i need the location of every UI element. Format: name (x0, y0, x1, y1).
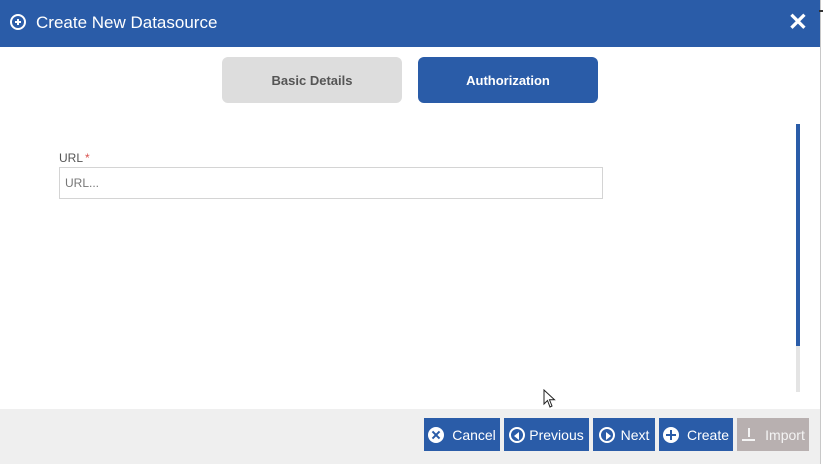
plus-circle-icon (662, 426, 679, 443)
create-button[interactable]: Create (659, 418, 733, 451)
url-input[interactable] (59, 167, 603, 199)
window-edge-mark (819, 10, 823, 24)
mouse-cursor-icon (543, 389, 556, 408)
required-marker: * (85, 151, 90, 165)
create-datasource-dialog: Create New Datasource ✕ Basic Details Au… (0, 0, 821, 464)
next-button-label: Next (620, 426, 650, 443)
scrollbar-thumb[interactable] (796, 124, 800, 346)
cancel-button[interactable]: Cancel (424, 418, 500, 451)
import-button-label: Import (765, 426, 805, 443)
chevron-left-circle-icon (509, 426, 526, 443)
import-button[interactable]: Import (737, 418, 809, 451)
close-icon[interactable]: ✕ (788, 10, 808, 36)
add-circle-icon (10, 14, 26, 30)
url-field-label: URL * (59, 151, 90, 165)
close-circle-icon (428, 426, 445, 443)
chevron-right-circle-icon (598, 426, 615, 443)
cancel-button-label: Cancel (452, 426, 496, 443)
tab-authorization[interactable]: Authorization (418, 57, 598, 103)
url-label-text: URL (59, 151, 84, 165)
dialog-title: Create New Datasource (36, 13, 218, 32)
dialog-header: Create New Datasource ✕ (0, 0, 820, 47)
create-button-label: Create (686, 426, 730, 443)
tab-basic-details[interactable]: Basic Details (222, 57, 402, 103)
previous-button-label: Previous (529, 426, 584, 443)
previous-button[interactable]: Previous (504, 418, 589, 451)
download-icon (741, 427, 757, 443)
next-button[interactable]: Next (593, 418, 655, 451)
